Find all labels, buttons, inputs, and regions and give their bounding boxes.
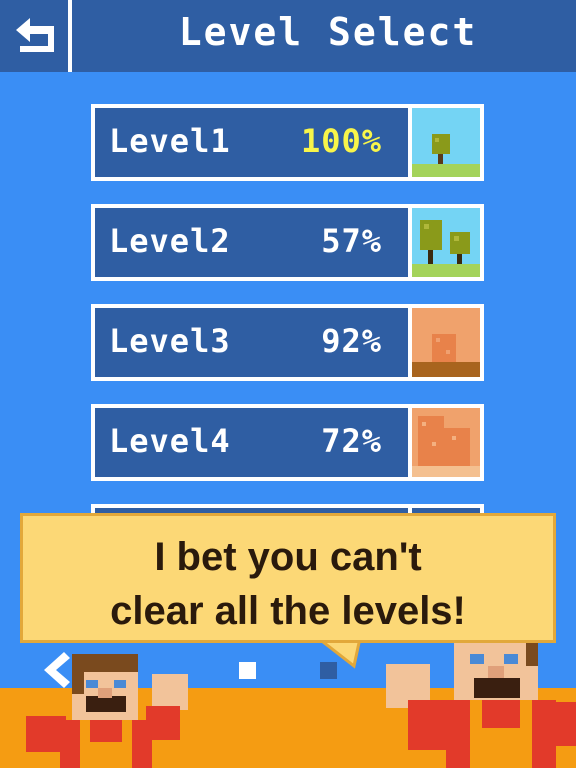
level-thumbnail — [412, 108, 480, 177]
tree-scene-icon — [412, 108, 480, 177]
level-percent: 57% — [321, 222, 382, 260]
desert-scene-icon — [412, 308, 480, 377]
level-card-panel: Level2 57% — [95, 208, 408, 277]
level-card-4[interactable]: Level4 72% — [91, 404, 484, 481]
level-name: Level2 — [109, 222, 231, 260]
level-thumbnail — [412, 408, 480, 477]
level-card-3[interactable]: Level3 92% — [91, 304, 484, 381]
speech-line-1: I bet you can't — [154, 535, 422, 579]
level-percent: 92% — [321, 322, 382, 360]
page-dot[interactable] — [239, 662, 256, 679]
back-arrow-icon — [16, 18, 54, 52]
speech-bubble: I bet you can't clear all the levels! — [20, 513, 556, 643]
level-card-2[interactable]: Level2 57% — [91, 204, 484, 281]
back-button[interactable] — [0, 0, 72, 72]
level-percent: 100% — [300, 122, 382, 160]
level-thumbnail — [412, 308, 480, 377]
level-card-1[interactable]: Level1 100% — [91, 104, 484, 181]
page-title: Level Select — [178, 10, 478, 54]
level-name: Level3 — [109, 322, 231, 360]
level-name: Level1 — [109, 122, 231, 160]
level-thumbnail — [412, 208, 480, 277]
level-card-panel: Level4 72% — [95, 408, 408, 477]
rocks-scene-icon — [412, 408, 480, 477]
speech-text: I bet you can't clear all the levels! — [23, 530, 553, 638]
header-bar: Level Select — [0, 0, 576, 72]
speech-line-2: clear all the levels! — [110, 589, 466, 633]
level-card-panel: Level3 92% — [95, 308, 408, 377]
level-card-panel: Level1 100% — [95, 108, 408, 177]
level-percent: 72% — [321, 422, 382, 460]
blocky-character-left — [26, 654, 188, 768]
level-name: Level4 — [109, 422, 231, 460]
trees-scene-icon — [412, 208, 480, 277]
